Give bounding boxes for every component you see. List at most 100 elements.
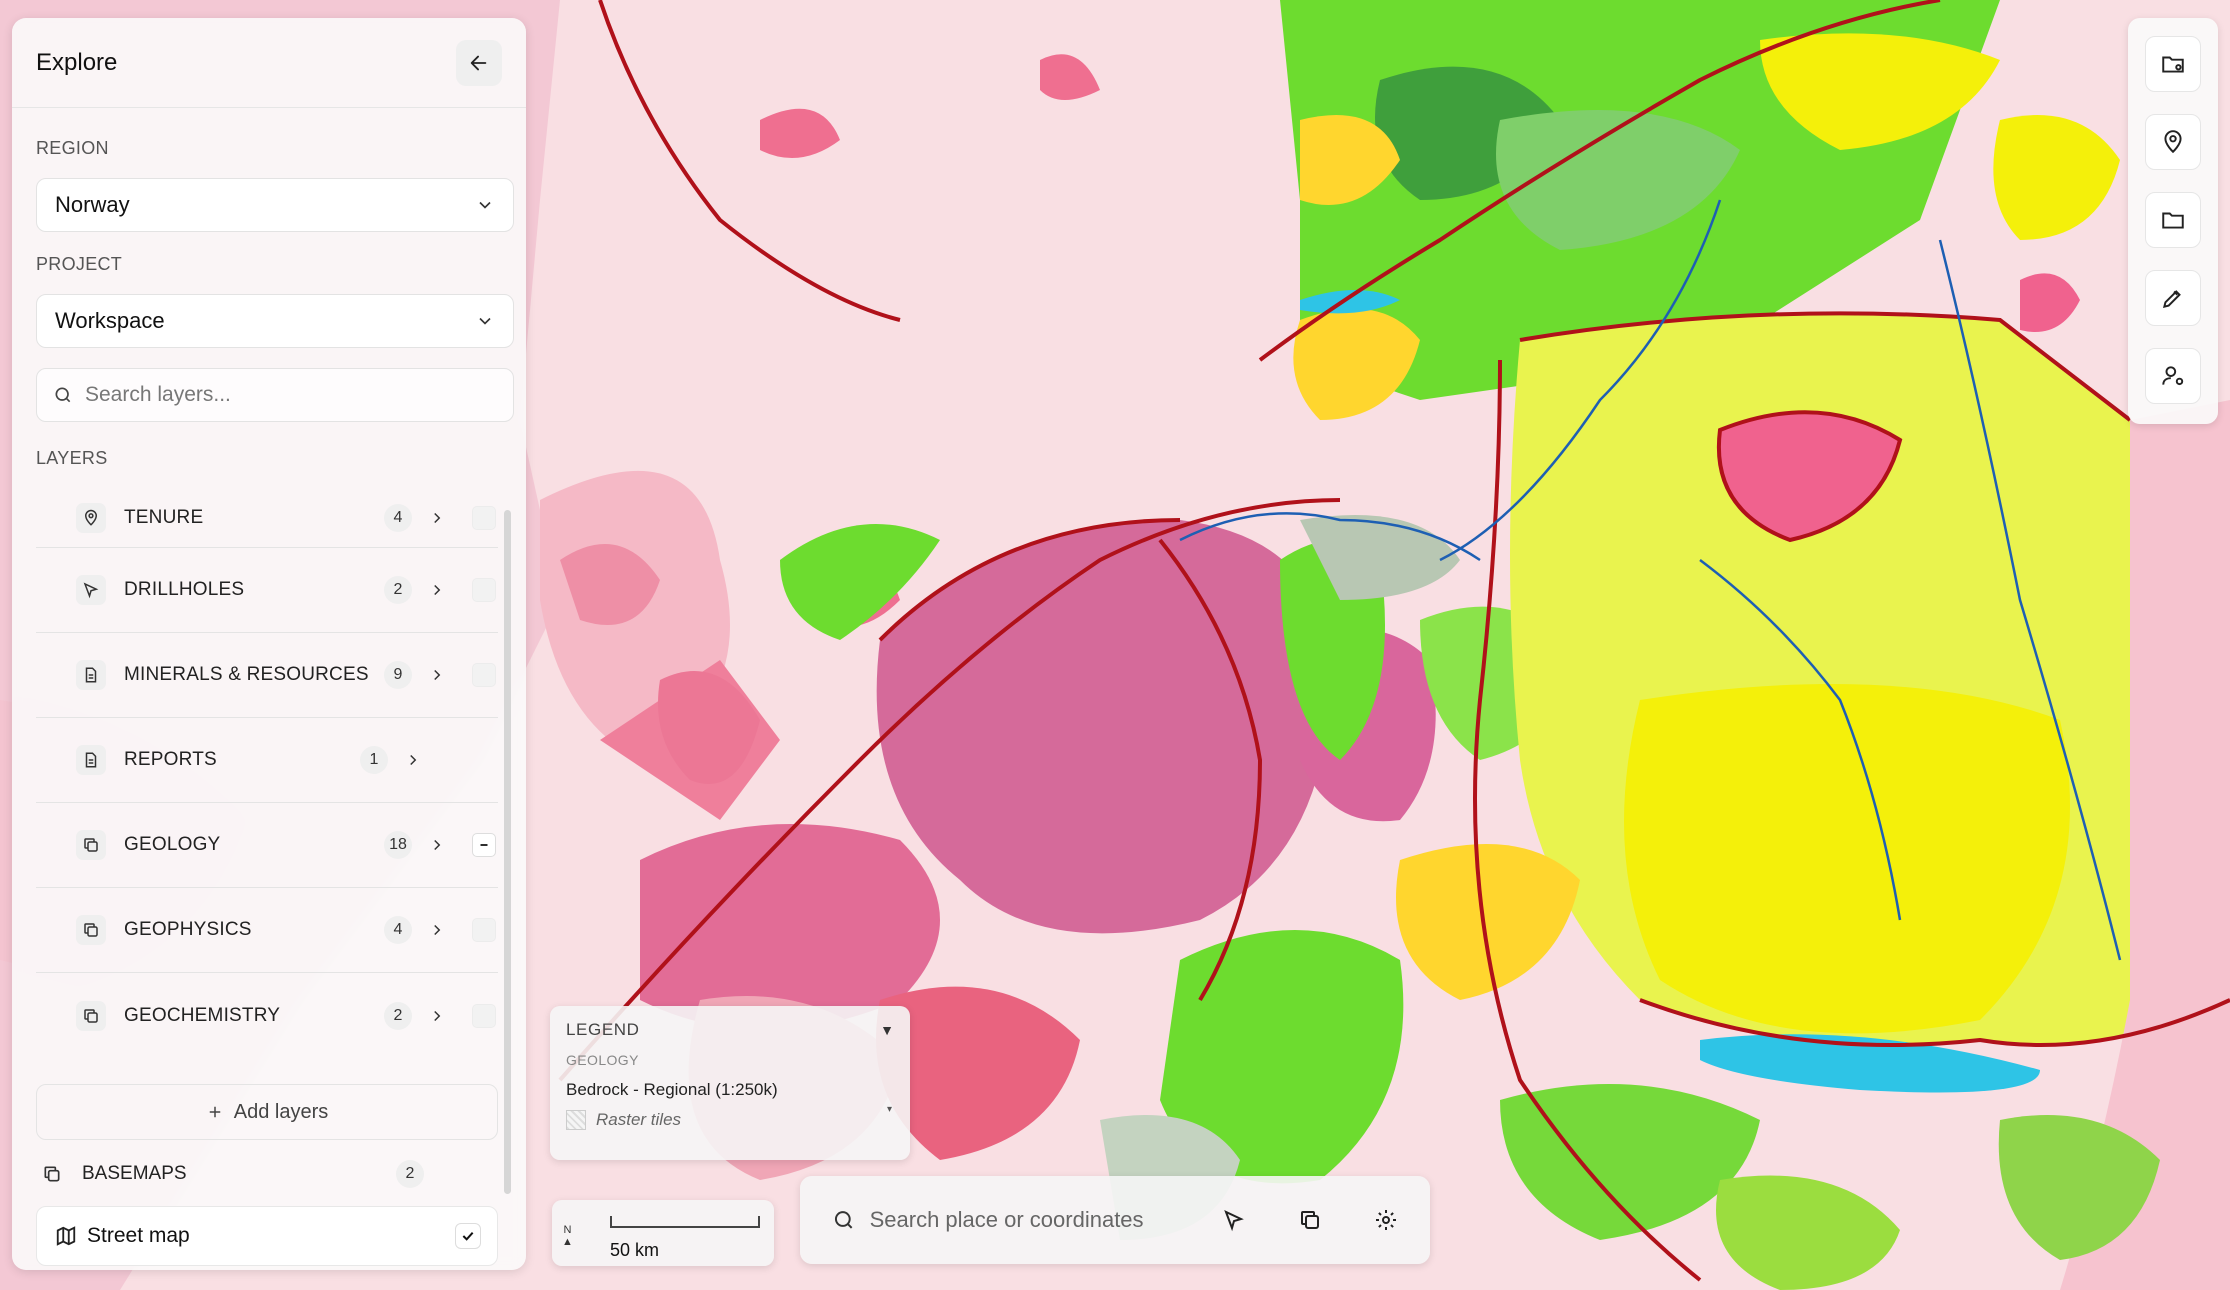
- folder-button[interactable]: [2145, 192, 2201, 248]
- layer-icon-wrap: [76, 1000, 106, 1031]
- layers-toggle-button[interactable]: [1286, 1196, 1334, 1244]
- chevron-right-icon[interactable]: [428, 509, 446, 527]
- legend-panel[interactable]: LEGEND ▼ GEOLOGY Bedrock - Regional (1:2…: [550, 1006, 910, 1160]
- map-icon: [56, 1226, 76, 1246]
- map-pin-icon: [2164, 130, 2182, 154]
- layer-count-badge: 9: [384, 661, 412, 689]
- expand-legend-item-icon[interactable]: ▾: [887, 1104, 892, 1115]
- layer-checkbox[interactable]: [472, 1003, 496, 1028]
- cursor-icon: [1224, 1210, 1244, 1232]
- region-value: Norway: [55, 192, 130, 217]
- basemaps-count-badge: 2: [396, 1160, 424, 1188]
- layers-icon: [1301, 1211, 1319, 1229]
- chevron-right-icon[interactable]: [428, 836, 446, 854]
- layer-name: GEOCHEMISTRY: [124, 1004, 281, 1026]
- document-icon: [85, 752, 97, 768]
- add-layers-button[interactable]: Add layers: [36, 1084, 498, 1140]
- layers-icon: [84, 923, 98, 937]
- legend-group: GEOLOGY: [566, 1052, 639, 1068]
- raster-swatch-icon: [566, 1110, 586, 1130]
- layer-checkbox[interactable]: [472, 663, 496, 687]
- project-select[interactable]: Workspace: [36, 294, 514, 348]
- search-icon: [834, 1211, 853, 1229]
- collapse-panel-button[interactable]: [456, 39, 502, 86]
- chevron-right-icon[interactable]: [428, 666, 446, 684]
- chevron-right-icon[interactable]: [428, 1007, 446, 1025]
- chevron-right-icon[interactable]: [404, 751, 422, 769]
- map-pin-icon: [84, 509, 98, 526]
- location-button[interactable]: [2145, 114, 2201, 170]
- chevron-down-icon: [479, 201, 491, 209]
- pen-tool-icon: [2162, 290, 2181, 309]
- layer-row-minerals-resources[interactable]: MINERALS & RESOURCES 9: [36, 633, 498, 718]
- folder-settings-icon: [2162, 56, 2184, 73]
- layer-icon-wrap: [76, 745, 106, 775]
- layer-icon-wrap: [76, 830, 106, 860]
- search-layers-input[interactable]: [85, 383, 485, 407]
- layer-icon-wrap: [76, 915, 106, 945]
- basemaps-label: BASEMAPS: [82, 1163, 187, 1184]
- layer-count-badge: 2: [384, 576, 412, 604]
- north-label: N: [563, 1224, 572, 1236]
- layer-row-reports[interactable]: REPORTS 1: [36, 718, 498, 803]
- search-icon: [55, 387, 71, 403]
- layer-checkbox[interactable]: [472, 578, 496, 602]
- map-search-field[interactable]: [818, 1194, 1218, 1246]
- scale-widget: N ▲ 50 km: [552, 1200, 774, 1266]
- layer-row-drillholes[interactable]: DRILLHOLES 2: [36, 548, 498, 633]
- map-search-bar: [800, 1176, 1430, 1264]
- legend-title: LEGEND: [566, 1020, 640, 1039]
- layer-row-geology[interactable]: GEOLOGY 18: [36, 803, 498, 888]
- check-icon: [462, 1231, 474, 1241]
- layer-row-geophysics[interactable]: GEOPHYSICS 4: [36, 888, 498, 973]
- settings-button[interactable]: [1362, 1196, 1410, 1244]
- layer-row-geochemistry[interactable]: GEOCHEMISTRY 2: [36, 973, 498, 1058]
- layers-icon: [84, 1008, 98, 1023]
- layer-row-tenure[interactable]: TENURE 4: [36, 488, 498, 548]
- chevron-down-icon: [479, 317, 491, 325]
- draw-button[interactable]: [2145, 270, 2201, 326]
- layer-name: GEOPHYSICS: [124, 919, 252, 940]
- street-map-label: Street map: [87, 1224, 190, 1247]
- map-search-input[interactable]: [869, 1207, 1204, 1233]
- document-icon: [85, 667, 97, 683]
- scale-label: 50 km: [610, 1240, 660, 1260]
- select-tool-button[interactable]: [1210, 1196, 1258, 1244]
- layer-checkbox-partial[interactable]: [472, 833, 496, 857]
- basemaps-row[interactable]: BASEMAPS 2: [36, 1154, 498, 1194]
- layer-icon-wrap: [76, 575, 106, 605]
- street-map-checkbox[interactable]: [455, 1223, 481, 1249]
- chevron-right-icon[interactable]: [428, 581, 446, 599]
- project-label: PROJECT: [36, 254, 123, 274]
- minus-icon: [480, 844, 488, 846]
- chevron-right-icon[interactable]: [428, 921, 446, 939]
- layer-count-badge: 18: [384, 831, 412, 859]
- folder-settings-button[interactable]: [2145, 36, 2201, 92]
- region-select[interactable]: Norway: [36, 178, 514, 232]
- search-layers-field[interactable]: [36, 368, 514, 422]
- plus-icon: [209, 1106, 220, 1118]
- gear-icon: [1376, 1210, 1396, 1230]
- layer-checkbox[interactable]: [472, 918, 496, 942]
- layers-list: TENURE 4 DRILLHOLES 2 MINERALS & RESOURC…: [36, 488, 498, 1058]
- street-map-option[interactable]: Street map: [36, 1206, 498, 1266]
- layer-count-badge: 4: [384, 916, 412, 944]
- arrow-left-icon: [470, 55, 487, 70]
- legend-layer-name: Bedrock - Regional (1:250k): [566, 1080, 778, 1099]
- layers-scrollbar[interactable]: [504, 510, 511, 1194]
- cursor-icon: [83, 582, 99, 599]
- collapse-legend-icon[interactable]: ▼: [880, 1022, 894, 1038]
- layer-name: GEOLOGY: [124, 834, 221, 855]
- layers-label: LAYERS: [36, 448, 108, 468]
- right-toolbar: [2128, 18, 2218, 424]
- folder-icon: [2162, 212, 2184, 229]
- user-settings-icon: [2162, 366, 2184, 386]
- layer-name: REPORTS: [124, 749, 217, 770]
- panel-header: Explore: [12, 18, 526, 108]
- layer-icon-wrap: [76, 660, 106, 690]
- legend-item-label: Raster tiles: [596, 1110, 682, 1129]
- layer-checkbox[interactable]: [472, 505, 496, 530]
- layer-count-badge: 2: [384, 1001, 412, 1030]
- user-settings-button[interactable]: [2145, 348, 2201, 404]
- explore-panel: Explore REGION Norway PROJECT Workspace …: [12, 18, 526, 1270]
